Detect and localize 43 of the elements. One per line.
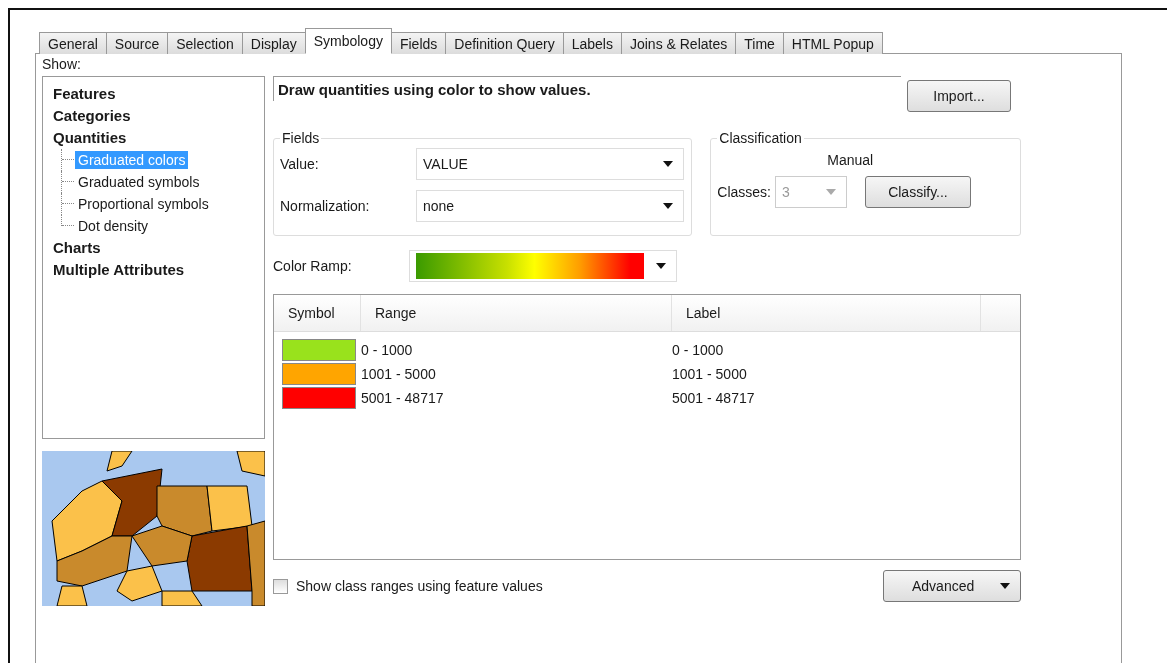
tab[interactable]: HTML Popup bbox=[782, 32, 883, 54]
field-label: Color Ramp: bbox=[273, 258, 353, 274]
table-cell: 1001 - 5000 bbox=[361, 366, 436, 382]
tree-item[interactable]: Dot density bbox=[75, 217, 152, 235]
table-cell: 0 - 1000 bbox=[361, 342, 413, 358]
tab[interactable]: Fields bbox=[390, 32, 447, 54]
tab[interactable]: Labels bbox=[562, 32, 622, 54]
import-button[interactable]: Import... bbox=[907, 80, 1011, 112]
table-cell: 1001 - 5000 bbox=[672, 366, 747, 382]
tab[interactable]: Joins & Relates bbox=[620, 32, 737, 54]
value-dropdown[interactable]: VALUE bbox=[416, 148, 684, 180]
tab[interactable]: General bbox=[39, 32, 107, 54]
table-cell: 0 - 1000 bbox=[672, 342, 724, 358]
tab[interactable]: Display bbox=[241, 32, 306, 54]
normalization-dropdown[interactable]: none bbox=[416, 190, 684, 222]
table-cell: 5001 - 48717 bbox=[672, 390, 755, 406]
column-header[interactable]: Symbol bbox=[274, 295, 361, 331]
advanced-button[interactable]: Advanced bbox=[883, 570, 1021, 602]
tree-item[interactable]: Graduated symbols bbox=[75, 173, 203, 191]
tab[interactable]: Time bbox=[735, 32, 784, 54]
field-label: Classes: bbox=[717, 184, 771, 200]
tab[interactable]: Definition Query bbox=[445, 32, 564, 54]
method-text: Manual bbox=[827, 152, 874, 168]
tab[interactable]: Selection bbox=[167, 32, 243, 54]
tab[interactable]: Symbology bbox=[304, 28, 392, 54]
description-text: Draw quantities using color to show values. bbox=[273, 76, 901, 101]
field-label: Value: bbox=[280, 156, 320, 172]
class-ranges-checkbox[interactable]: Show class ranges using feature values bbox=[273, 578, 543, 594]
table-cell: 5001 - 48717 bbox=[361, 390, 444, 406]
tree-item[interactable]: Quantities bbox=[53, 127, 127, 149]
field-label: Normalization: bbox=[280, 198, 371, 214]
show-label: Show: bbox=[42, 56, 82, 74]
tree-item[interactable]: Multiple Attributes bbox=[53, 259, 185, 281]
tree-item[interactable]: Charts bbox=[53, 237, 101, 259]
tree-item[interactable]: Categories bbox=[53, 105, 131, 127]
tab[interactable]: Source bbox=[105, 32, 169, 54]
tree-item[interactable]: Proportional symbols bbox=[75, 195, 212, 213]
group-title: Classification bbox=[718, 130, 803, 146]
classify-button[interactable]: Classify... bbox=[864, 176, 971, 208]
column-header[interactable]: Label bbox=[672, 295, 981, 331]
group-title: Fields bbox=[281, 130, 321, 146]
column-header[interactable]: Range bbox=[361, 295, 672, 331]
tree-item[interactable]: Features bbox=[53, 83, 116, 105]
